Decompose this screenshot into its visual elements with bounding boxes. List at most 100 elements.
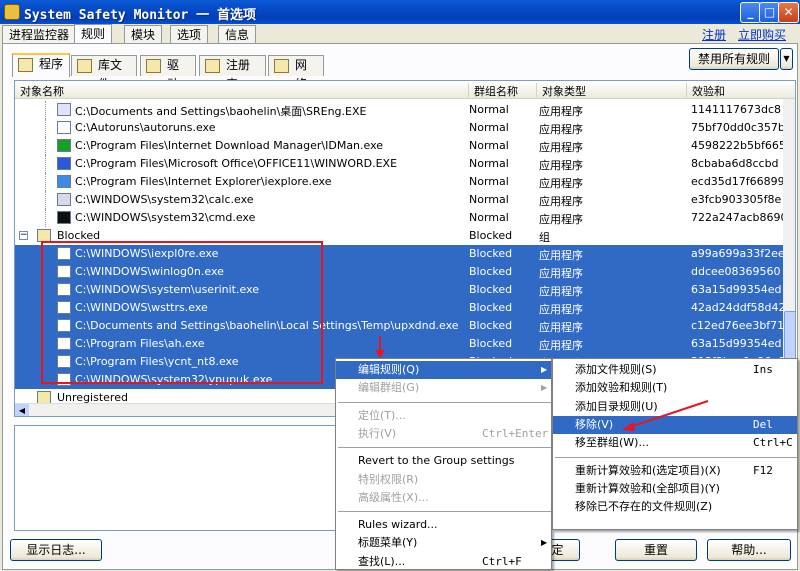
tab-modules[interactable]: 模块	[124, 25, 163, 44]
group-name: Normal	[469, 211, 509, 224]
table-row[interactable]: C:\Program Files\Microsoft Office\OFFICE…	[15, 155, 785, 173]
object-path: C:\Program Files\Internet Explorer\iexpl…	[75, 175, 332, 188]
table-row[interactable]: C:\Documents and Settings\baohelin\桌面\SR…	[15, 101, 785, 119]
subtab-programs[interactable]: 程序	[12, 53, 70, 77]
help-button[interactable]: 帮助...	[707, 539, 791, 561]
collapse-icon[interactable]: −	[19, 231, 28, 240]
group-name: Normal	[469, 121, 509, 134]
scroll-left-icon[interactable]: ◀	[15, 404, 29, 416]
menu-item-label: 查找(L)...	[358, 554, 406, 568]
menu-item-shortcut: Ins	[753, 363, 773, 376]
details-pane	[14, 425, 336, 531]
subtab-libraries[interactable]: 库文件	[71, 55, 137, 91]
menu-item[interactable]: 编辑群组(G) ▶	[336, 379, 551, 397]
menu-item[interactable]: 移至群组(W)... Ctrl+C	[553, 434, 797, 452]
object-type: 应用程序	[539, 321, 583, 334]
context-menu: 编辑规则(Q) ▶ 编辑群组(G) ▶ 定位(T)... 执行(V) Ctrl+Enter R…	[335, 358, 552, 570]
show-log-button[interactable]: 显示日志...	[10, 539, 102, 561]
minimize-button[interactable]: _	[740, 2, 761, 23]
menu-separator	[338, 401, 551, 403]
reset-button[interactable]: 重置	[615, 539, 697, 561]
driver-icon	[146, 59, 161, 73]
registry-icon	[205, 59, 220, 73]
checksum: 75bf70dd0c357b	[691, 121, 785, 134]
table-row[interactable]: C:\Program Files\Internet Download Manag…	[15, 137, 786, 155]
tab-rules[interactable]: 规则	[74, 24, 113, 45]
tab-options[interactable]: 选项	[170, 25, 209, 44]
close-button[interactable]: ✕	[778, 2, 799, 23]
subtab-drivers[interactable]: 驱动	[140, 55, 196, 91]
table-row[interactable]: C:\WINDOWS\system32\cmd.exe Normal 应用程序 722…	[15, 209, 788, 227]
checksum: 42ad24ddf58d42	[691, 301, 786, 314]
object-type: 应用程序	[539, 249, 583, 262]
dropdown-arrow-icon[interactable]: ▼	[780, 48, 793, 70]
buy-now-link[interactable]: 立即购买	[738, 26, 786, 43]
menu-item[interactable]: Rules wizard...	[336, 516, 551, 534]
menu-item-label: 执行(V)	[358, 426, 397, 440]
menu-item[interactable]: 移除已不存在的文件规则(Z)	[553, 498, 797, 516]
menu-item[interactable]: 特别权限(R)	[336, 471, 551, 489]
menu-item[interactable]: 重新计算效验和(全部项目)(Y)	[553, 480, 797, 498]
subtab-network[interactable]: 网络	[268, 55, 324, 91]
object-path: C:\Program Files\Microsoft Office\OFFICE…	[75, 157, 398, 170]
tree-line	[45, 209, 46, 227]
table-row[interactable]: C:\WINDOWS\system32\calc.exe Normal 应用程序 e3…	[15, 191, 785, 209]
menu-item-label: 特别权限(R)	[358, 472, 419, 486]
edit-rule-submenu: 添加文件规则(S) Ins 添加效验和规则(T) 添加目录规则(U) 移除(V) Del 移…	[552, 358, 798, 530]
object-path: C:\WINDOWS\system32\calc.exe	[75, 193, 254, 206]
menu-item[interactable]: 查找(L)... Ctrl+F	[336, 553, 551, 571]
menu-item-label: 重新计算效验和(全部项目)(Y)	[575, 481, 720, 495]
object-path: C:\WINDOWS\system32\cmd.exe	[75, 211, 256, 224]
disable-all-rules-button[interactable]: 禁用所有规则	[689, 48, 779, 70]
menu-item[interactable]: 定位(T)...	[336, 407, 551, 425]
exe-icon	[57, 103, 71, 116]
menu-item-label: Revert to the Group settings	[358, 454, 515, 468]
table-row[interactable]: C:\Program Files\Internet Explorer\iexpl…	[15, 173, 785, 191]
menu-item-label: 添加目录规则(U)	[575, 399, 658, 413]
col-object-name[interactable]: 对象名称	[15, 83, 469, 98]
menu-item-label: 添加效验和规则(T)	[575, 381, 668, 395]
menu-item-shortcut: Del	[753, 417, 773, 431]
subtab-registry[interactable]: 注册表	[199, 55, 266, 91]
group-name: Normal	[469, 193, 509, 206]
menu-item[interactable]: 添加目录规则(U)	[553, 398, 797, 416]
menu-item[interactable]: 添加效验和规则(T)	[553, 379, 797, 397]
col-object-type[interactable]: 对象类型	[537, 83, 687, 98]
menu-separator	[338, 511, 551, 513]
menu-item-label: 移除(V)	[575, 417, 614, 431]
checksum: ecd35d17f66899	[691, 175, 785, 188]
checksum: 8cbaba6d8ccbd	[691, 157, 779, 170]
object-type: 应用程序	[539, 285, 583, 298]
object-path: C:\Autoruns\autoruns.exe	[75, 121, 216, 134]
object-type: 应用程序	[539, 267, 583, 280]
object-type: 应用程序	[539, 105, 583, 118]
group-name: Normal	[469, 139, 509, 152]
menu-item[interactable]: 标题菜单(Y) ▶	[336, 534, 551, 552]
word-icon	[57, 157, 71, 170]
menu-item-label: 编辑规则(Q)	[358, 363, 420, 376]
group-name: Blocked	[469, 229, 513, 242]
menu-item[interactable]: 编辑规则(Q) ▶	[336, 361, 551, 379]
register-link[interactable]: 注册	[702, 26, 726, 43]
checksum: c12ed76ee3bf71	[691, 319, 785, 332]
col-checksum[interactable]: 效验和	[687, 83, 783, 98]
menu-item[interactable]: 高级属性(X)...	[336, 489, 551, 507]
group-name: Blocked	[469, 265, 513, 278]
menu-item-label: 重新计算效验和(选定项目)(X)	[575, 463, 721, 477]
tab-info[interactable]: 信息	[218, 25, 257, 44]
tree-line	[45, 155, 46, 173]
menu-item[interactable]: 添加文件规则(S) Ins	[553, 361, 797, 379]
menu-item[interactable]: Revert to the Group settings	[336, 452, 551, 470]
ie-icon	[57, 175, 71, 188]
col-group-name[interactable]: 群组名称	[469, 83, 537, 98]
idm-icon	[57, 139, 71, 152]
menu-item[interactable]: 执行(V) Ctrl+Enter	[336, 425, 551, 443]
table-row[interactable]: C:\Autoruns\autoruns.exe Normal 应用程序 75bf70…	[15, 119, 785, 137]
menu-item[interactable]: 移除(V) Del	[553, 415, 797, 434]
cmd-icon	[57, 211, 71, 224]
calc-icon	[57, 193, 71, 206]
menu-item[interactable]: 重新计算效验和(选定项目)(X) F12	[553, 462, 797, 480]
tree-line	[45, 119, 46, 137]
tab-process-monitor[interactable]: 进程监控器	[2, 25, 77, 44]
maximize-button[interactable]: □	[759, 2, 780, 23]
